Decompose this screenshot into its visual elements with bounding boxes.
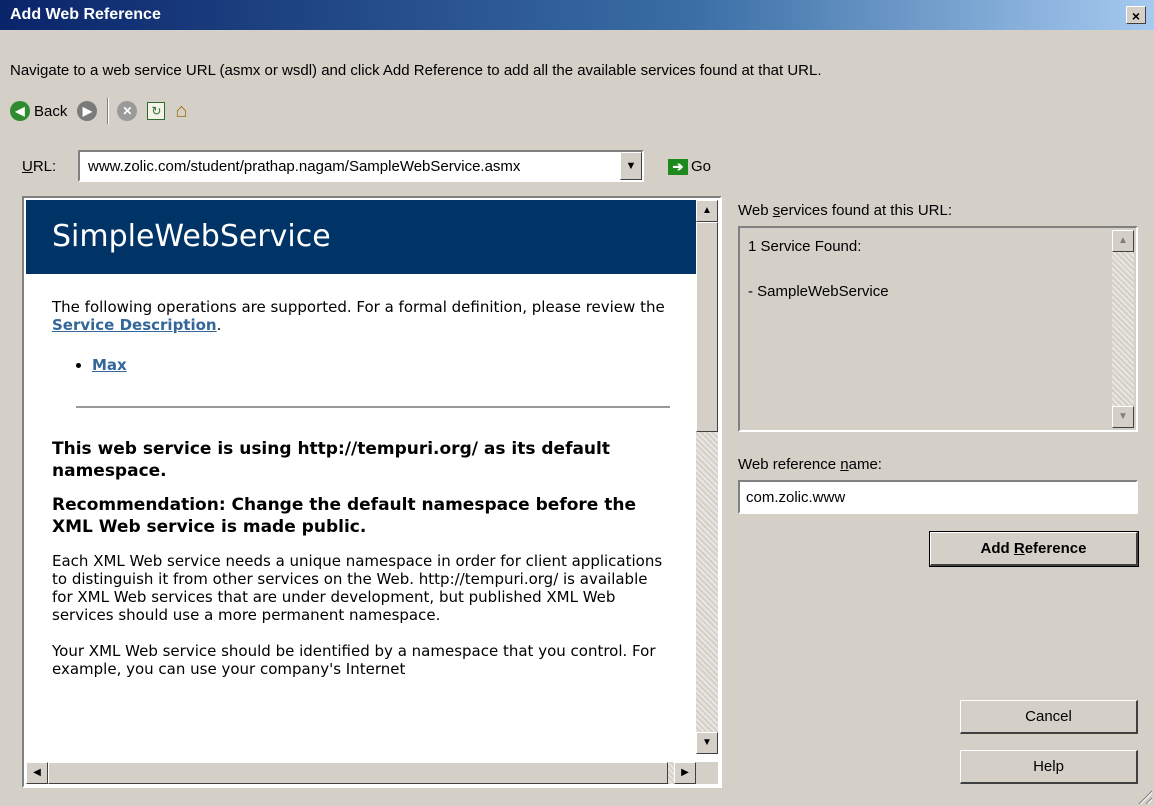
operation-link-max[interactable]: Max bbox=[92, 356, 127, 374]
services-scroll-down-button[interactable]: ▼ bbox=[1112, 406, 1134, 428]
service-item: - SampleWebService bbox=[748, 283, 889, 300]
stop-button[interactable]: ✕ bbox=[117, 101, 138, 121]
instructions-text: Navigate to a web service URL (asmx or w… bbox=[10, 62, 822, 79]
scroll-down-button[interactable]: ▼ bbox=[696, 732, 718, 754]
go-arrow-icon: ➔ bbox=[668, 158, 688, 175]
services-found-list[interactable]: 1 Service Found: - SampleWebService ▲ ▼ bbox=[738, 226, 1138, 432]
horizontal-scroll-thumb[interactable] bbox=[48, 762, 668, 784]
home-button[interactable]: ⌂ bbox=[175, 101, 187, 121]
browser-pane[interactable]: SimpleWebService The following operation… bbox=[22, 196, 722, 788]
operations-list: Max bbox=[26, 356, 696, 374]
help-button[interactable]: Help bbox=[960, 750, 1138, 784]
browser-content: SimpleWebService The following operation… bbox=[26, 200, 696, 754]
services-vertical-scrollbar[interactable]: ▲ ▼ bbox=[1112, 230, 1134, 428]
close-icon: × bbox=[1131, 8, 1141, 24]
arrow-down-icon: ▼ bbox=[702, 737, 712, 748]
service-count-text: 1 Service Found: bbox=[748, 238, 862, 255]
cancel-button[interactable]: Cancel bbox=[960, 700, 1138, 734]
web-reference-name-value[interactable]: com.zolic.www bbox=[746, 489, 845, 506]
toolbar-separator bbox=[107, 98, 110, 124]
arrow-right-icon: ▶ bbox=[681, 767, 689, 778]
url-label: URL: bbox=[22, 158, 57, 175]
operation-item: Max bbox=[92, 356, 696, 374]
arrow-up-icon: ▲ bbox=[702, 205, 712, 216]
namespace-paragraph-2: Your XML Web service should be identifie… bbox=[52, 642, 656, 678]
scroll-right-button[interactable]: ▶ bbox=[674, 762, 696, 784]
refresh-icon: ↻ bbox=[147, 102, 166, 120]
services-scroll-up-button[interactable]: ▲ bbox=[1112, 230, 1134, 252]
go-button[interactable]: ➔ Go bbox=[668, 158, 711, 175]
add-reference-button[interactable]: Add Reference bbox=[929, 531, 1139, 567]
navigation-toolbar: ◀ Back ▶ ✕ ↻ ⌂ bbox=[10, 96, 197, 126]
window-title: Add Web Reference bbox=[10, 6, 161, 23]
services-found-label: Web services found at this URL: bbox=[738, 202, 952, 219]
stop-icon: ✕ bbox=[117, 101, 138, 121]
namespace-heading: This web service is using http://tempuri… bbox=[52, 439, 610, 481]
scrollbar-corner bbox=[696, 762, 718, 784]
arrow-up-icon: ▲ bbox=[1118, 235, 1128, 246]
chevron-down-icon: ▼ bbox=[625, 160, 637, 172]
close-button[interactable]: × bbox=[1126, 6, 1146, 24]
url-combobox[interactable]: www.zolic.com/student/prathap.nagam/Samp… bbox=[78, 150, 644, 182]
scroll-left-button[interactable]: ◀ bbox=[26, 762, 48, 784]
url-value[interactable]: www.zolic.com/student/prathap.nagam/Samp… bbox=[88, 158, 520, 175]
back-arrow-icon: ◀ bbox=[10, 101, 30, 121]
arrow-left-icon: ◀ bbox=[33, 767, 41, 778]
forward-arrow-icon: ▶ bbox=[77, 101, 98, 121]
back-label: Back bbox=[34, 102, 68, 120]
refresh-button[interactable]: ↻ bbox=[147, 102, 166, 120]
recommendation-heading: Recommendation: Change the default names… bbox=[52, 495, 636, 537]
url-dropdown-button[interactable]: ▼ bbox=[620, 152, 642, 180]
home-icon: ⌂ bbox=[175, 100, 188, 122]
web-reference-name-label: Web reference name: bbox=[738, 456, 882, 473]
scroll-up-button[interactable]: ▲ bbox=[696, 200, 718, 222]
divider bbox=[76, 406, 670, 408]
back-button[interactable]: ◀ Back bbox=[10, 101, 67, 121]
forward-button[interactable]: ▶ bbox=[77, 101, 98, 121]
arrow-down-icon: ▼ bbox=[1118, 411, 1128, 422]
browser-vertical-scrollbar[interactable]: ▲ ▼ bbox=[696, 200, 718, 754]
service-title: SimpleWebService bbox=[26, 200, 696, 274]
namespace-paragraph: Each XML Web service needs a unique name… bbox=[52, 552, 663, 624]
go-label: Go bbox=[691, 158, 712, 175]
web-reference-name-input[interactable]: com.zolic.www bbox=[738, 480, 1138, 514]
service-description-link[interactable]: Service Description bbox=[52, 316, 217, 334]
title-bar: Add Web Reference × bbox=[0, 0, 1154, 30]
intro-text: The following operations are supported. … bbox=[52, 298, 665, 334]
browser-horizontal-scrollbar[interactable]: ◀ ▶ bbox=[26, 762, 696, 784]
vertical-scroll-thumb[interactable] bbox=[696, 222, 718, 432]
resize-grip[interactable] bbox=[1136, 788, 1152, 804]
